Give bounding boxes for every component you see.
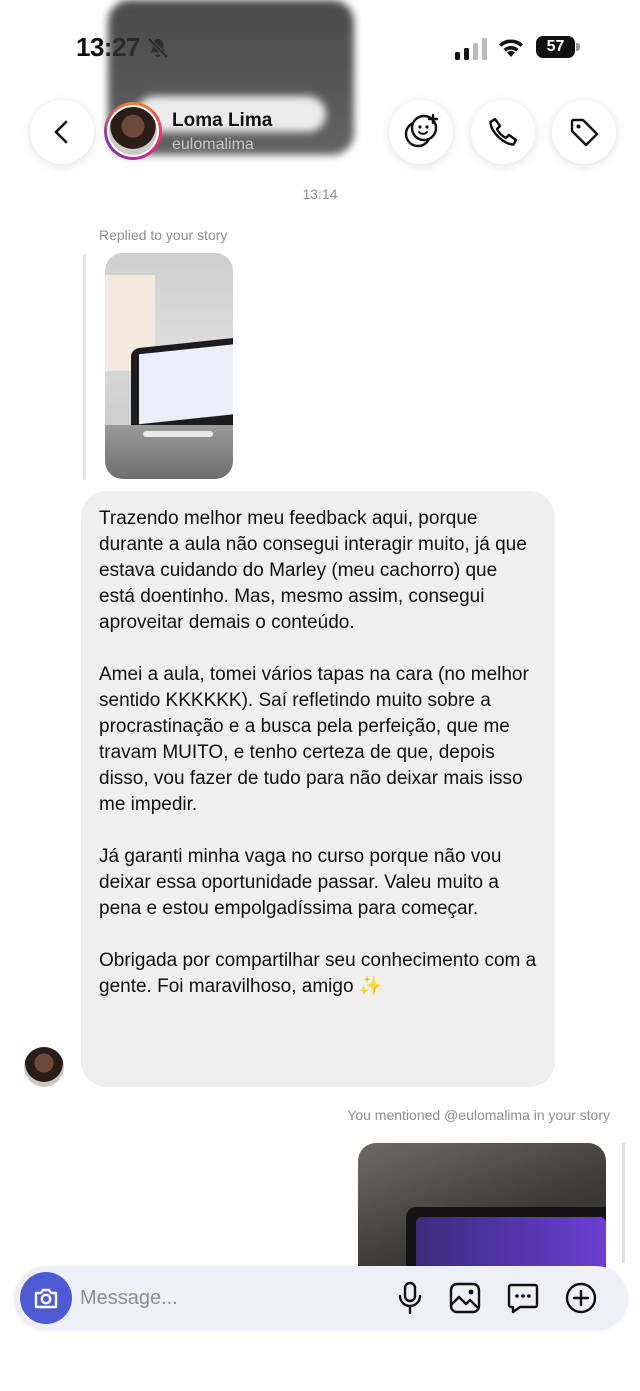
- message-composer: [14, 1266, 628, 1330]
- message-bubble[interactable]: Trazendo melhor meu feedback aqui, porqu…: [81, 491, 555, 1087]
- contact-username: eulomalima: [172, 136, 254, 153]
- message-paragraph: Já garanti minha vaga no curso porque nã…: [99, 846, 502, 919]
- message-paragraph: Obrigada por compartilhar seu conhecimen…: [99, 950, 537, 997]
- face-plus-icon: [404, 113, 439, 148]
- microphone-button[interactable]: [392, 1280, 428, 1316]
- plus-circle-icon: [565, 1282, 597, 1314]
- add-button[interactable]: [563, 1280, 599, 1316]
- phone-icon: [489, 117, 518, 146]
- wifi-icon: [499, 39, 523, 57]
- chat-header: Loma Lima eulomalima: [0, 90, 640, 180]
- mentioned-story-thumbnail[interactable]: [358, 1143, 606, 1283]
- reply-indicator-line-right: [622, 1143, 625, 1263]
- battery-tip: [576, 43, 580, 51]
- back-button[interactable]: [30, 100, 94, 164]
- message-paragraph: Amei a aula, tomei vários tapas na cara …: [99, 664, 529, 815]
- tag-button[interactable]: [552, 100, 616, 164]
- gallery-button[interactable]: [447, 1280, 483, 1316]
- sender-avatar[interactable]: [24, 1047, 64, 1087]
- effects-button[interactable]: [389, 100, 453, 164]
- reply-indicator-line: [83, 254, 86, 480]
- message-timestamp: 13:14: [302, 186, 338, 202]
- chevron-left-icon: [54, 120, 68, 144]
- sticker-button[interactable]: [505, 1280, 541, 1316]
- image-icon: [449, 1282, 481, 1314]
- story-caption: [143, 431, 213, 437]
- chat-bubble-icon: [507, 1283, 539, 1314]
- contact-name[interactable]: Loma Lima: [172, 110, 272, 132]
- replied-story-thumbnail[interactable]: [105, 253, 233, 479]
- mention-label: You mentioned @eulomalima in your story: [347, 1107, 610, 1123]
- call-button[interactable]: [471, 100, 535, 164]
- message-paragraph: Trazendo melhor meu feedback aqui, porqu…: [99, 508, 527, 633]
- avatar-photo: [109, 107, 157, 155]
- story-laptop-screen: [139, 343, 233, 425]
- contact-avatar[interactable]: [104, 102, 162, 160]
- camera-button[interactable]: [20, 1272, 72, 1324]
- microphone-icon: [398, 1281, 422, 1315]
- battery-level: 57: [536, 36, 575, 58]
- battery-indicator: 57: [536, 36, 580, 58]
- reply-label: Replied to your story: [99, 227, 228, 243]
- tag-icon: [570, 118, 599, 147]
- signal-icon: [455, 38, 487, 60]
- message-input[interactable]: [80, 1278, 370, 1318]
- camera-icon: [34, 1288, 58, 1309]
